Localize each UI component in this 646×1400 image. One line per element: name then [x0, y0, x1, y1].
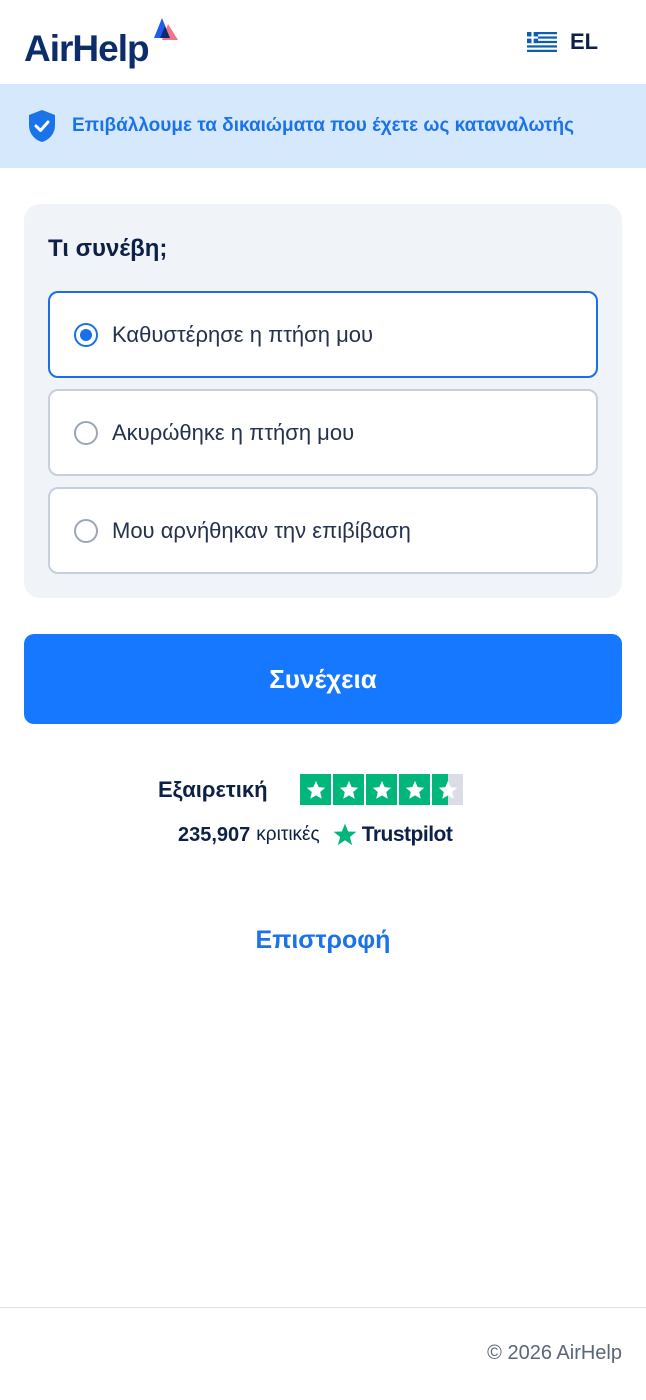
- consumer-rights-banner: Επιβάλλουμε τα δικαιώματα που έχετε ως κ…: [0, 84, 646, 168]
- logo-text: AirHelp: [24, 28, 150, 69]
- radio-button[interactable]: [74, 420, 98, 445]
- option-label: Μου αρνήθηκαν την επιβίβαση: [112, 517, 411, 543]
- shield-check-icon: [29, 110, 55, 142]
- greece-flag-icon: [527, 32, 557, 52]
- radio-button[interactable]: [74, 518, 98, 543]
- option-label: Ακυρώθηκε η πτήση μου: [112, 419, 355, 445]
- star-icon: [333, 774, 364, 805]
- question-title: Τι συνέβη;: [48, 235, 168, 262]
- copyright-text: © 2026 AirHelp: [487, 1342, 622, 1364]
- header: AirHelp EL: [0, 0, 646, 84]
- trustpilot-rating[interactable]: Εξαιρετική: [158, 774, 468, 806]
- trustpilot-stars: [300, 774, 463, 805]
- language-code: EL: [570, 29, 599, 54]
- star-icon: [300, 774, 331, 805]
- footer: © 2026 AirHelp: [0, 1307, 646, 1400]
- what-happened-card: Τι συνέβη; Καθυστέρησε η πτήση μου Ακυρώ…: [24, 204, 622, 598]
- option-label: Καθυστέρησε η πτήση μου: [112, 321, 374, 347]
- trustpilot-brand: Trustpilot: [361, 823, 453, 846]
- banner-text: Επιβάλλουμε τα δικαιώματα που έχετε ως κ…: [72, 115, 574, 136]
- back-link[interactable]: Επιστροφή: [0, 926, 646, 955]
- half-star-icon: [432, 774, 463, 805]
- radio-button[interactable]: [74, 322, 98, 347]
- star-icon: [366, 774, 397, 805]
- option-flight-delayed[interactable]: Καθυστέρησε η πτήση μου: [48, 291, 598, 378]
- review-count: 235,907: [178, 823, 251, 846]
- logo-mark-icon: [154, 18, 178, 40]
- option-denied-boarding[interactable]: Μου αρνήθηκαν την επιβίβαση: [48, 487, 598, 574]
- language-selector[interactable]: EL: [527, 28, 598, 56]
- reviews-label: κριτικές: [256, 824, 320, 845]
- option-flight-cancelled[interactable]: Ακυρώθηκε η πτήση μου: [48, 389, 598, 476]
- continue-button[interactable]: Συνέχεια: [24, 634, 622, 724]
- rating-word: Εξαιρετική: [158, 777, 268, 802]
- trustpilot-reviews[interactable]: 235,907 κριτικές Trustpilot: [178, 820, 453, 850]
- trustpilot-star-icon: [333, 823, 357, 846]
- star-icon: [399, 774, 430, 805]
